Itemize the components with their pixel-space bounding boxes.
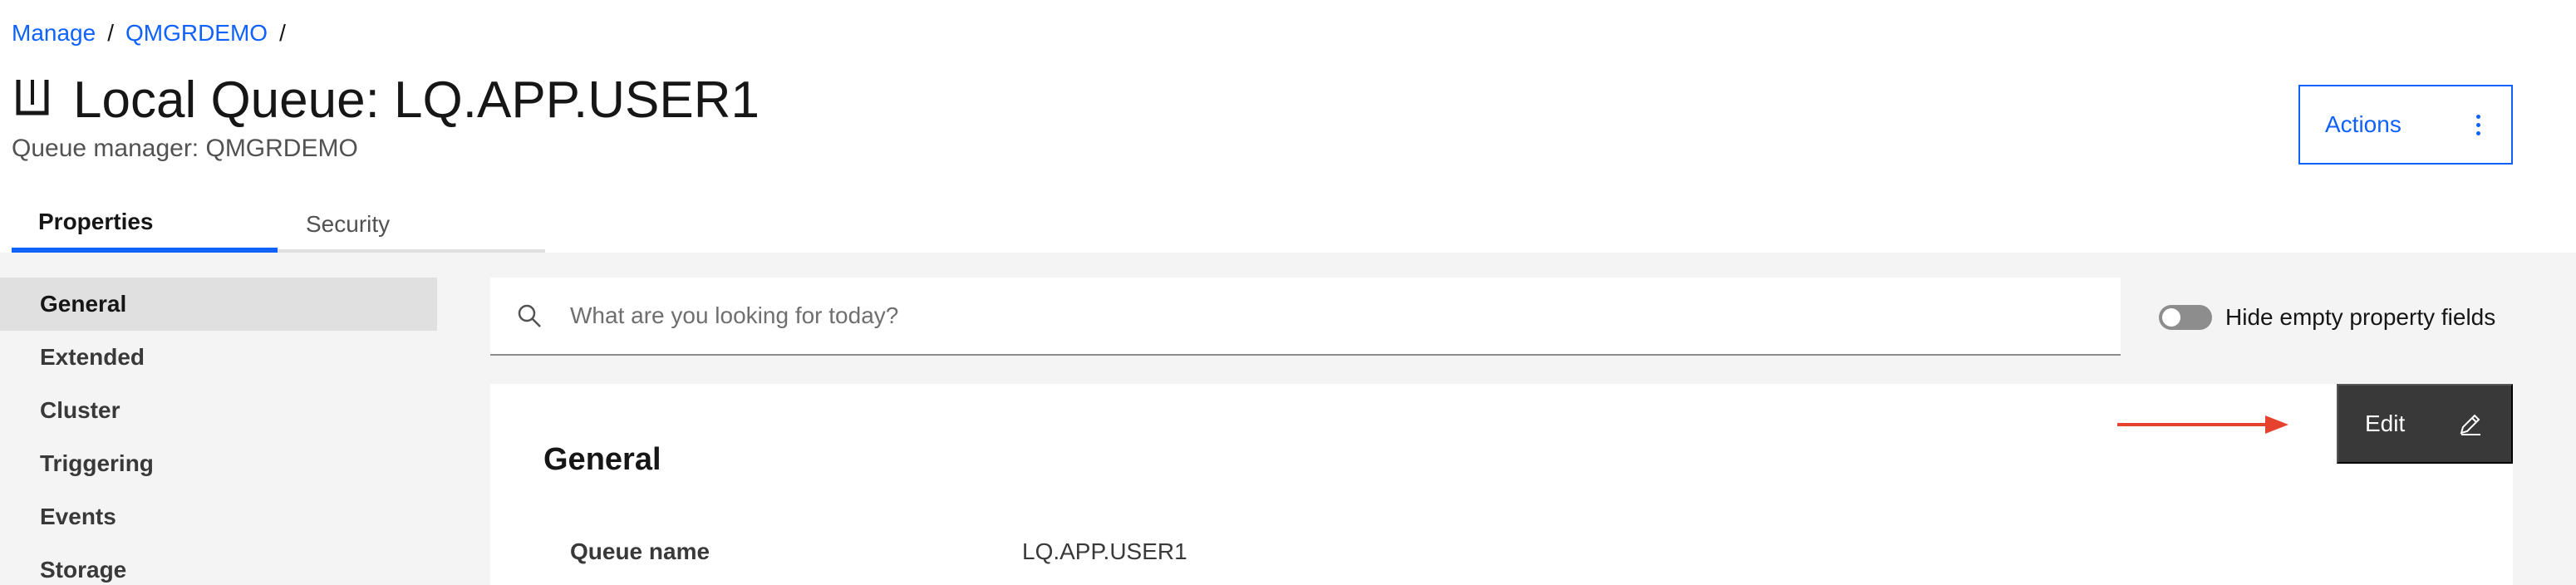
hide-empty-toggle-label: Hide empty property fields bbox=[2225, 304, 2496, 330]
breadcrumb-separator: / bbox=[279, 20, 286, 46]
sidebar-item-extended[interactable]: Extended bbox=[0, 331, 437, 384]
page-header: Local Queue: LQ.APP.USER1 bbox=[12, 65, 760, 135]
annotation-arrow-icon bbox=[2117, 415, 2288, 434]
property-sidebar: General Extended Cluster Triggering Even… bbox=[0, 278, 437, 585]
actions-button[interactable]: Actions bbox=[2298, 85, 2513, 165]
edit-icon bbox=[2460, 414, 2480, 435]
queue-manager-subtitle: Queue manager: QMGRDEMO bbox=[12, 135, 358, 162]
queue-name-value: LQ.APP.USER1 bbox=[1022, 538, 1187, 564]
sidebar-item-cluster[interactable]: Cluster bbox=[0, 384, 437, 437]
sidebar-item-triggering[interactable]: Triggering bbox=[0, 437, 437, 490]
actions-button-label: Actions bbox=[2325, 111, 2401, 137]
sidebar-item-events[interactable]: Events bbox=[0, 490, 437, 543]
property-search bbox=[490, 278, 2121, 356]
breadcrumb: Manage / QMGRDEMO / bbox=[12, 17, 297, 50]
hide-empty-toggle[interactable] bbox=[2159, 305, 2212, 330]
edit-button-label: Edit bbox=[2365, 410, 2406, 436]
search-icon bbox=[518, 304, 541, 327]
sidebar-item-storage[interactable]: Storage bbox=[0, 543, 437, 585]
hide-empty-toggle-group: Hide empty property fields bbox=[2159, 301, 2495, 334]
page-title: Local Queue: LQ.APP.USER1 bbox=[73, 71, 760, 129]
tab-security[interactable]: Security bbox=[278, 196, 543, 253]
queue-name-label: Queue name bbox=[570, 538, 710, 564]
section-title: General bbox=[543, 442, 661, 477]
breadcrumb-link-manage[interactable]: Manage bbox=[12, 20, 96, 47]
queue-icon bbox=[16, 80, 49, 116]
breadcrumb-link-queue-manager[interactable]: QMGRDEMO bbox=[125, 20, 268, 47]
sidebar-item-general[interactable]: General bbox=[0, 278, 437, 331]
breadcrumb-separator: / bbox=[107, 20, 114, 46]
search-input[interactable] bbox=[570, 302, 2066, 329]
tab-list: Properties Security bbox=[12, 196, 545, 253]
edit-button[interactable]: Edit bbox=[2337, 384, 2513, 464]
overflow-menu-icon bbox=[2476, 114, 2481, 135]
tab-properties[interactable]: Properties bbox=[12, 196, 278, 253]
